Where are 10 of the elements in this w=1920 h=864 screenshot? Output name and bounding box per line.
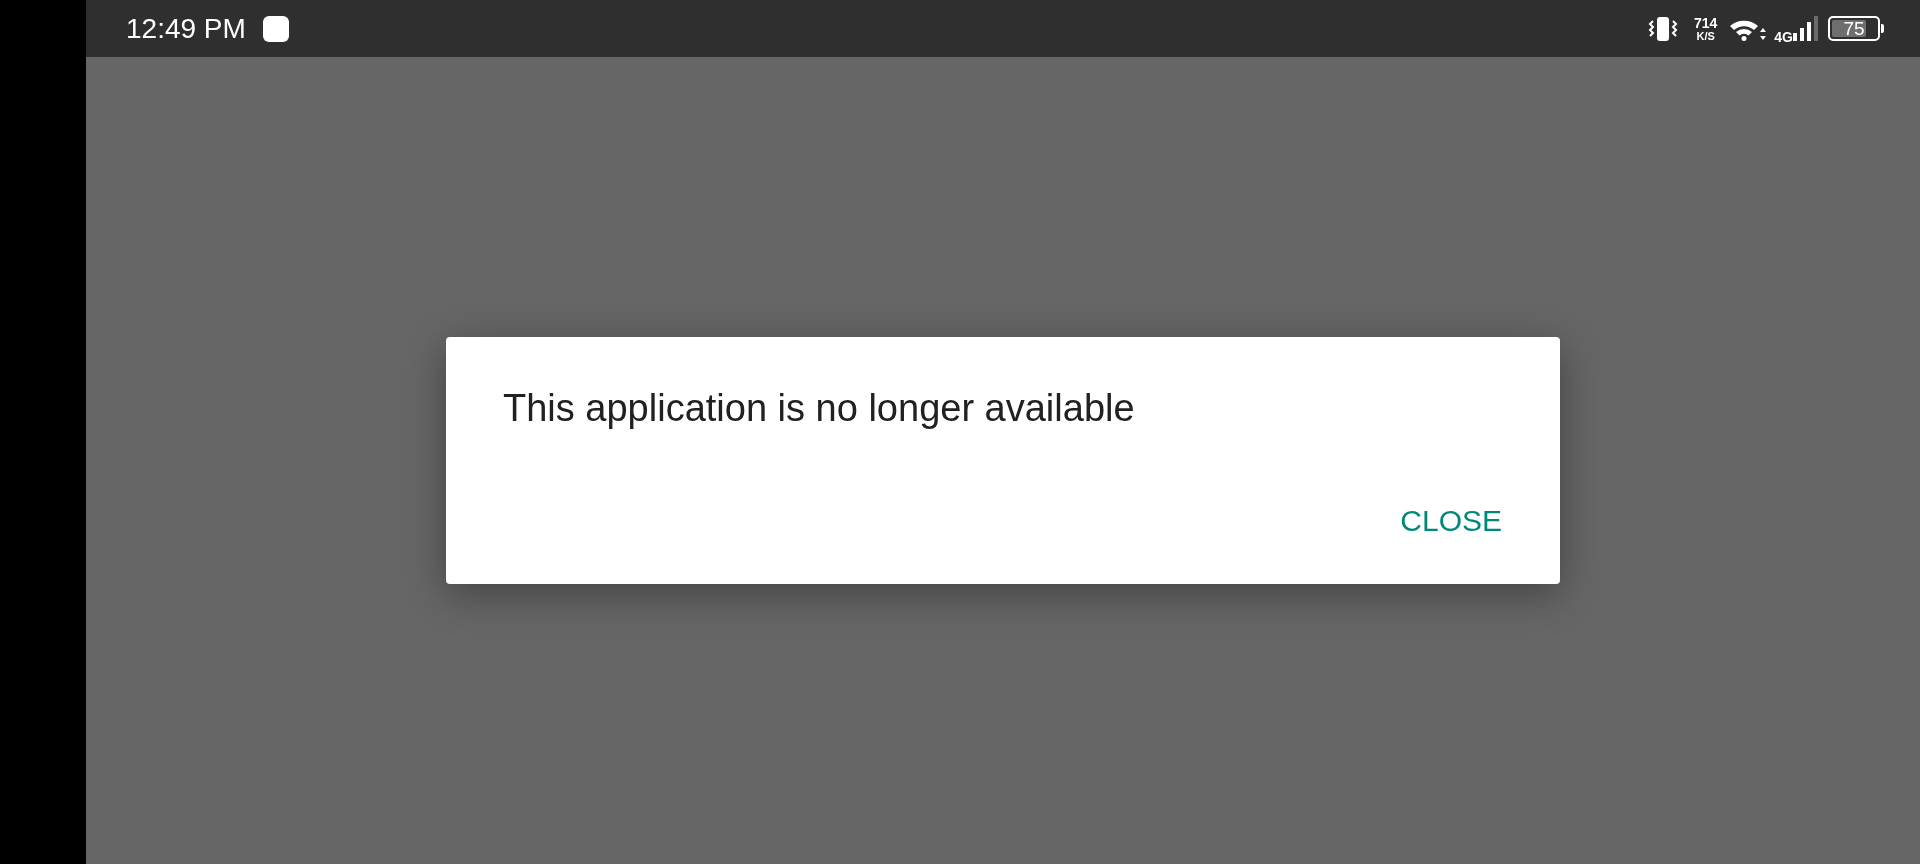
network-speed-unit: K/S — [1696, 29, 1715, 42]
network-type: 4G — [1774, 30, 1793, 44]
network-speed-value: 714 — [1693, 15, 1718, 30]
battery-percentage: 75 — [1843, 19, 1865, 38]
signal-icon — [1793, 16, 1820, 41]
close-button[interactable]: CLOSE — [1384, 490, 1518, 551]
dialog-message: This application is no longer available — [503, 386, 1136, 432]
clock-time: 12:49 PM — [126, 14, 246, 43]
vibrate-icon — [1647, 16, 1678, 41]
square-icon — [262, 15, 289, 42]
